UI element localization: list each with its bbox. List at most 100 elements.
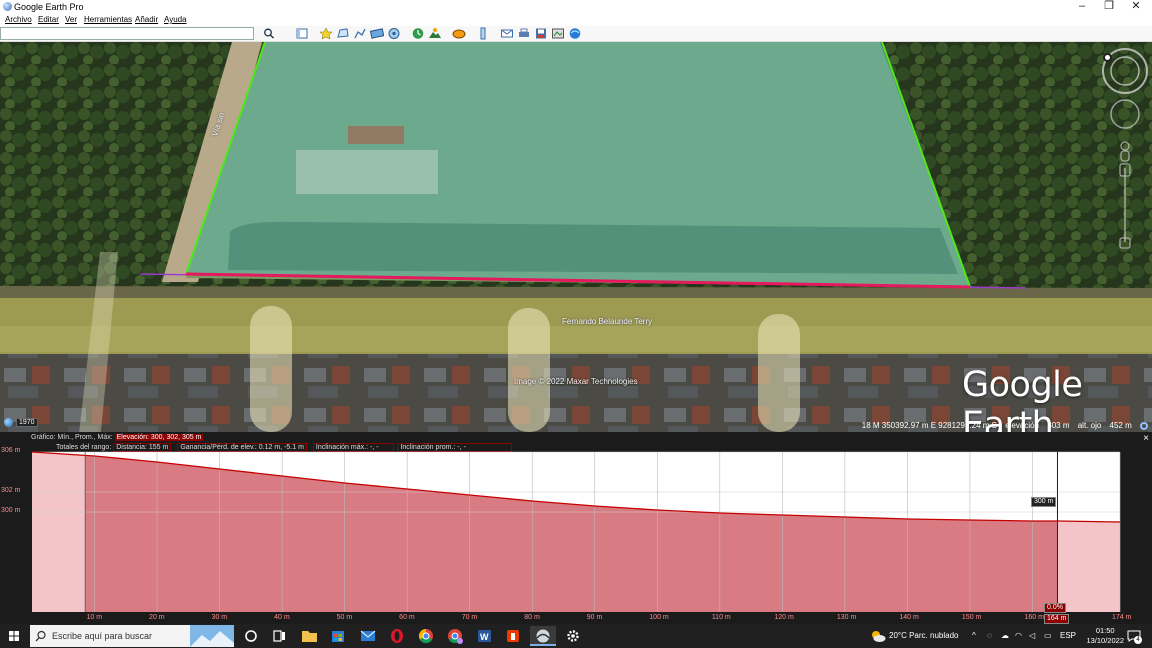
x-tick-label: 70 m [461,614,478,621]
svg-text:W: W [480,632,489,642]
window-title: Google Earth Pro [14,2,84,12]
cursor-distance-tag: 164 m [1044,614,1070,624]
toolbar [0,26,1152,42]
word-icon[interactable]: W [471,626,497,646]
search-input[interactable] [0,27,254,40]
menu-anadir[interactable]: Añadir [135,15,158,24]
title-bar: Google Earth Pro – ❐ ✕ [0,0,1152,14]
x-tick-label: 120 m [774,614,794,621]
ruler-icon[interactable] [476,27,490,40]
x-tick-label: 60 m [399,614,415,621]
historical-imagery-badge[interactable]: 1970 [4,418,38,429]
navigation-controls[interactable] [1100,46,1150,256]
x-tick-label: 10 m [86,614,103,621]
taskbar-search-box[interactable]: Escribe aquí para buscar [30,625,234,647]
historical-imagery-icon[interactable] [411,27,425,40]
task-view-icon[interactable] [266,626,292,646]
google-earth-taskbar-icon[interactable] [530,626,556,646]
onedrive-icon[interactable]: ☁ [1001,624,1009,648]
profile-elevation-summary: Elevación: 300, 302, 305 m [114,434,204,441]
menu-bar: Archivo Editar Ver Herramientas Añadir A… [0,14,1152,26]
x-tick-label: 90 m [586,614,603,621]
sunlight-icon[interactable] [428,27,442,40]
x-tick-label: 40 m [274,614,290,621]
print-icon[interactable] [517,27,531,40]
google-maps-icon[interactable] [568,27,582,40]
elevation-label: elevación [1005,421,1040,430]
x-tick-label: 130 m [836,614,857,621]
minimize-button[interactable]: – [1068,0,1096,14]
x-tick-label: 174 m [1112,614,1132,621]
settings-icon[interactable] [560,626,586,646]
chrome-icon[interactable] [413,626,439,646]
file-explorer-icon[interactable] [296,626,322,646]
weather-icon [870,629,886,643]
map-3d-view[interactable]: Vía sin Fernando Belaunde Terry Image © … [0,42,1152,432]
chrome-profile-icon[interactable] [442,626,468,646]
elevation-profile-panel: Gráfico: Mín., Prom., Máx: Elevación: 30… [0,432,1152,624]
menu-ayuda[interactable]: Ayuda [164,15,187,24]
globe-icon [4,418,13,427]
wifi-icon[interactable]: ◠ [1015,624,1022,648]
save-image-icon[interactable] [534,27,548,40]
restore-button[interactable]: ❐ [1095,0,1123,14]
status-readout: 18 M 350392.97 m E 9281299.24 m S elevac… [856,421,1148,430]
microsoft-store-icon[interactable] [325,626,351,646]
taskbar: Escribe aquí para buscar W 20°C Parc. nu… [0,624,1152,648]
menu-archivo[interactable]: Archivo [5,15,32,24]
imagery-credit: Image © 2022 Maxar Technologies [514,377,638,386]
x-tick-label: 110 m [711,614,731,621]
office-icon[interactable] [500,626,526,646]
north-indicator-icon[interactable] [1103,53,1112,62]
cursor-elevation-tag: 300 m [1031,497,1057,507]
opera-icon[interactable] [384,626,410,646]
elevation-profile-chart[interactable] [0,450,1152,614]
y-tick-label: 302 m [1,487,21,494]
weather-text[interactable]: 20°C Parc. nublado [889,624,958,648]
search-highlight-image [190,625,234,647]
image-overlay-icon[interactable] [370,27,384,40]
cursor-slope-tag: 0.0% [1044,603,1066,613]
close-profile-button[interactable]: × [1143,433,1149,444]
x-tick-label: 160 m [1024,614,1044,621]
menu-editar[interactable]: Editar [38,15,59,24]
planets-icon[interactable] [452,27,466,40]
volume-icon[interactable]: ◁ [1029,624,1035,648]
eye-alt-value: 452 m [1109,421,1132,430]
clock-date: 13/10/2022 [1086,636,1124,645]
search-icon [35,630,46,642]
cortana-icon[interactable] [238,626,264,646]
profile-stats-row1: Gráfico: Mín., Prom., Máx: Elevación: 30… [31,433,204,442]
search-icon[interactable] [262,27,276,40]
y-tick-label: 300 m [1,507,21,514]
email-icon[interactable] [500,27,514,40]
x-tick-label: 100 m [649,614,669,621]
close-button[interactable]: ✕ [1122,0,1150,14]
menu-ver[interactable]: Ver [65,15,77,24]
battery-icon[interactable]: ▭ [1044,624,1052,648]
x-tick-label: 20 m [149,614,165,621]
y-tick-label: 306 m [1,447,21,454]
placemark-icon[interactable] [319,27,333,40]
sidebar-toggle-icon[interactable] [295,27,309,40]
map-view-icon[interactable] [551,27,565,40]
tour-icon[interactable] [387,27,401,40]
polygon-icon[interactable] [336,27,350,40]
x-tick-label: 50 m [336,614,353,621]
coordinates-readout: 18 M 350392.97 m E 9281299.24 m S [861,421,997,430]
eye-alt-label: alt. ojo [1077,421,1102,430]
clock-time: 01:50 [1095,626,1115,635]
clock[interactable]: 01:50 13/10/2022 [1086,626,1124,646]
path-icon[interactable] [353,27,367,40]
show-hidden-icons-icon[interactable]: ^ [972,624,976,648]
mail-icon[interactable] [355,626,381,646]
x-tick-label: 150 m [961,614,982,621]
x-tick-label: 80 m [524,614,540,621]
imagery-year: 1970 [16,418,38,427]
windows-start-button[interactable] [0,624,28,648]
network-icon[interactable]: ◌ [987,624,992,648]
x-tick-label: 30 m [211,614,228,621]
x-tick-label: 140 m [899,614,919,621]
input-language[interactable]: ESP [1060,624,1076,648]
menu-herramientas[interactable]: Herramientas [84,15,132,24]
